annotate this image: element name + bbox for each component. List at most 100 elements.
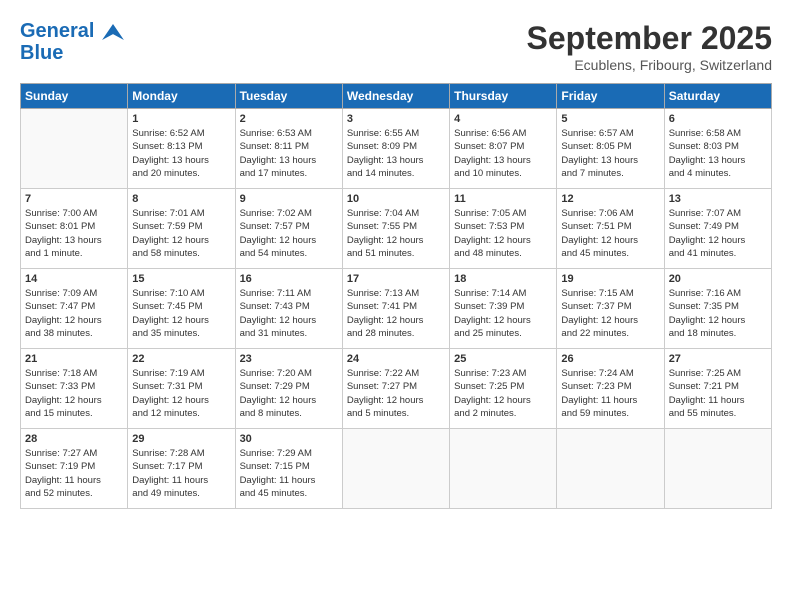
day-number: 27: [669, 353, 767, 365]
week-row-1: 1 Sunrise: 6:52 AMSunset: 8:13 PMDaylight…: [21, 109, 772, 189]
calendar-cell: 26Sunrise: 7:24 AMSunset: 7:23 PMDayligh…: [557, 349, 664, 429]
day-info: Sunrise: 7:04 AMSunset: 7:55 PMDaylight:…: [347, 207, 445, 260]
day-number: 29: [132, 433, 230, 445]
week-row-5: 28Sunrise: 7:27 AMSunset: 7:19 PMDayligh…: [21, 429, 772, 509]
calendar-cell: 19 Sunrise: 7:15 AMSunset: 7:37 PMDayligh…: [557, 269, 664, 349]
day-info: Sunrise: 7:06 AMSunset: 7:51 PMDaylight:…: [561, 207, 659, 260]
day-info: Sunrise: 6:52 AMSunset: 8:13 PMDaylight:…: [132, 127, 230, 180]
calendar-cell: 24 Sunrise: 7:22 AMSunset: 7:27 PMDayligh…: [342, 349, 449, 429]
calendar-cell: 17Sunrise: 7:13 AMSunset: 7:41 PMDayligh…: [342, 269, 449, 349]
page-header: General Blue September 2025 Ecublens, Fr…: [20, 20, 772, 73]
logo-blue: Blue: [20, 42, 124, 64]
weekday-header-wednesday: Wednesday: [342, 84, 449, 109]
day-number: 30: [240, 433, 338, 445]
day-info: Sunrise: 6:57 AMSunset: 8:05 PMDaylight:…: [561, 127, 659, 180]
day-number: 12: [561, 193, 659, 205]
day-info: Sunrise: 7:24 AMSunset: 7:23 PMDaylight:…: [561, 367, 659, 420]
weekday-header-tuesday: Tuesday: [235, 84, 342, 109]
day-number: 13: [669, 193, 767, 205]
calendar-cell: 29 Sunrise: 7:28 AMSunset: 7:17 PMDayligh…: [128, 429, 235, 509]
calendar-cell: 30 Sunrise: 7:29 AMSunset: 7:15 PMDayligh…: [235, 429, 342, 509]
day-number: 1: [132, 113, 230, 125]
day-number: 9: [240, 193, 338, 205]
month-title: September 2025: [527, 20, 772, 57]
day-number: 25: [454, 353, 552, 365]
day-number: 18: [454, 273, 552, 285]
day-number: 28: [25, 433, 123, 445]
calendar-cell: [664, 429, 771, 509]
day-number: 10: [347, 193, 445, 205]
weekday-header-friday: Friday: [557, 84, 664, 109]
day-info: Sunrise: 6:58 AMSunset: 8:03 PMDaylight:…: [669, 127, 767, 180]
weekday-header-thursday: Thursday: [450, 84, 557, 109]
week-row-4: 21 Sunrise: 7:18 AMSunset: 7:33 PMDayligh…: [21, 349, 772, 429]
calendar-cell: [21, 109, 128, 189]
day-number: 22: [132, 353, 230, 365]
day-info: Sunrise: 7:05 AMSunset: 7:53 PMDaylight:…: [454, 207, 552, 260]
calendar-cell: 25 Sunrise: 7:23 AMSunset: 7:25 PMDayligh…: [450, 349, 557, 429]
calendar-cell: 5 Sunrise: 6:57 AMSunset: 8:05 PMDaylight…: [557, 109, 664, 189]
weekday-header-sunday: Sunday: [21, 84, 128, 109]
day-number: 15: [132, 273, 230, 285]
calendar-cell: 4Sunrise: 6:56 AMSunset: 8:07 PMDaylight…: [450, 109, 557, 189]
logo-bird-icon: [102, 24, 124, 40]
day-info: Sunrise: 7:16 AMSunset: 7:35 PMDaylight:…: [669, 287, 767, 340]
day-number: 20: [669, 273, 767, 285]
calendar-cell: 3 Sunrise: 6:55 AMSunset: 8:09 PMDaylight…: [342, 109, 449, 189]
weekday-header-row: SundayMondayTuesdayWednesdayThursdayFrid…: [21, 84, 772, 109]
day-info: Sunrise: 6:56 AMSunset: 8:07 PMDaylight:…: [454, 127, 552, 180]
calendar-cell: 8Sunrise: 7:01 AMSunset: 7:59 PMDaylight…: [128, 189, 235, 269]
week-row-2: 7Sunrise: 7:00 AMSunset: 8:01 PMDaylight…: [21, 189, 772, 269]
day-info: Sunrise: 6:55 AMSunset: 8:09 PMDaylight:…: [347, 127, 445, 180]
calendar-cell: [557, 429, 664, 509]
calendar-cell: 2Sunrise: 6:53 AMSunset: 8:11 PMDaylight…: [235, 109, 342, 189]
location-subtitle: Ecublens, Fribourg, Switzerland: [527, 57, 772, 73]
day-number: 19: [561, 273, 659, 285]
day-info: Sunrise: 7:10 AMSunset: 7:45 PMDaylight:…: [132, 287, 230, 340]
calendar-cell: 23Sunrise: 7:20 AMSunset: 7:29 PMDayligh…: [235, 349, 342, 429]
day-info: Sunrise: 7:13 AMSunset: 7:41 PMDaylight:…: [347, 287, 445, 340]
day-number: 21: [25, 353, 123, 365]
day-info: Sunrise: 7:28 AMSunset: 7:17 PMDaylight:…: [132, 447, 230, 500]
calendar-cell: 22 Sunrise: 7:19 AMSunset: 7:31 PMDayligh…: [128, 349, 235, 429]
day-number: 2: [240, 113, 338, 125]
day-info: Sunrise: 7:19 AMSunset: 7:31 PMDaylight:…: [132, 367, 230, 420]
day-number: 3: [347, 113, 445, 125]
day-number: 23: [240, 353, 338, 365]
calendar-cell: 21 Sunrise: 7:18 AMSunset: 7:33 PMDayligh…: [21, 349, 128, 429]
calendar-cell: 10 Sunrise: 7:04 AMSunset: 7:55 PMDayligh…: [342, 189, 449, 269]
day-number: 6: [669, 113, 767, 125]
calendar-cell: 16Sunrise: 7:11 AMSunset: 7:43 PMDayligh…: [235, 269, 342, 349]
day-number: 24: [347, 353, 445, 365]
title-block: September 2025 Ecublens, Fribourg, Switz…: [527, 20, 772, 73]
calendar-cell: 14Sunrise: 7:09 AMSunset: 7:47 PMDayligh…: [21, 269, 128, 349]
day-number: 5: [561, 113, 659, 125]
day-info: Sunrise: 7:02 AMSunset: 7:57 PMDaylight:…: [240, 207, 338, 260]
day-info: Sunrise: 7:22 AMSunset: 7:27 PMDaylight:…: [347, 367, 445, 420]
logo-text: General Blue: [20, 20, 124, 64]
day-number: 11: [454, 193, 552, 205]
calendar-cell: 12 Sunrise: 7:06 AMSunset: 7:51 PMDayligh…: [557, 189, 664, 269]
day-number: 7: [25, 193, 123, 205]
logo: General Blue: [20, 20, 124, 64]
calendar-cell: 27 Sunrise: 7:25 AMSunset: 7:21 PMDayligh…: [664, 349, 771, 429]
day-number: 16: [240, 273, 338, 285]
calendar-table: SundayMondayTuesdayWednesdayThursdayFrid…: [20, 83, 772, 509]
calendar-cell: 15 Sunrise: 7:10 AMSunset: 7:45 PMDayligh…: [128, 269, 235, 349]
day-info: Sunrise: 7:18 AMSunset: 7:33 PMDaylight:…: [25, 367, 123, 420]
day-info: Sunrise: 7:07 AMSunset: 7:49 PMDaylight:…: [669, 207, 767, 260]
day-info: Sunrise: 7:09 AMSunset: 7:47 PMDaylight:…: [25, 287, 123, 340]
week-row-3: 14Sunrise: 7:09 AMSunset: 7:47 PMDayligh…: [21, 269, 772, 349]
calendar-cell: [342, 429, 449, 509]
calendar-cell: [450, 429, 557, 509]
day-info: Sunrise: 7:25 AMSunset: 7:21 PMDaylight:…: [669, 367, 767, 420]
weekday-header-monday: Monday: [128, 84, 235, 109]
calendar-cell: 11 Sunrise: 7:05 AMSunset: 7:53 PMDayligh…: [450, 189, 557, 269]
weekday-header-saturday: Saturday: [664, 84, 771, 109]
day-info: Sunrise: 7:14 AMSunset: 7:39 PMDaylight:…: [454, 287, 552, 340]
day-info: Sunrise: 7:29 AMSunset: 7:15 PMDaylight:…: [240, 447, 338, 500]
calendar-cell: 9 Sunrise: 7:02 AMSunset: 7:57 PMDaylight…: [235, 189, 342, 269]
day-number: 8: [132, 193, 230, 205]
day-info: Sunrise: 7:23 AMSunset: 7:25 PMDaylight:…: [454, 367, 552, 420]
day-info: Sunrise: 7:15 AMSunset: 7:37 PMDaylight:…: [561, 287, 659, 340]
